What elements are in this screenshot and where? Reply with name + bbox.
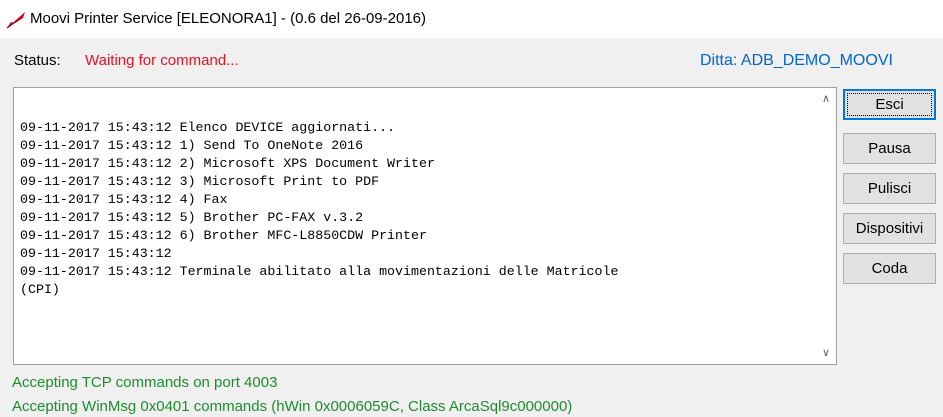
title-bar[interactable]: Moovi Printer Service [ELEONORA1] - (0.6… (0, 0, 943, 38)
vertical-scrollbar[interactable]: ∧ ∨ (816, 88, 836, 364)
log-line: 09-11-2017 15:43:12 1) Send To OneNote 2… (20, 138, 364, 153)
esci-button[interactable]: Esci (843, 89, 936, 120)
status-value: Waiting for command... (85, 52, 239, 69)
status-label: Status: (14, 52, 61, 69)
scroll-down-arrow-icon[interactable]: ∨ (819, 346, 833, 360)
log-textarea[interactable]: 09-11-2017 15:43:12 Elenco DEVICE aggior… (13, 87, 837, 365)
log-line: 09-11-2017 15:43:12 3) Microsoft Print t… (20, 174, 380, 189)
log-line: 09-11-2017 15:43:12 Elenco DEVICE aggior… (20, 120, 396, 135)
scroll-up-arrow-icon[interactable]: ∧ (819, 92, 833, 106)
log-line: 09-11-2017 15:43:12 (20, 246, 172, 261)
log-line: 09-11-2017 15:43:12 Terminale abilitato … (20, 264, 619, 279)
dispositivi-button-label: Dispositivi (855, 220, 924, 237)
winmsg-status-line: Accepting WinMsg 0x0401 commands (hWin 0… (12, 398, 573, 415)
coda-button[interactable]: Coda (843, 253, 936, 284)
pausa-button-label: Pausa (868, 140, 911, 157)
tcp-status-line: Accepting TCP commands on port 4003 (12, 374, 278, 391)
pulisci-button-label: Pulisci (867, 180, 912, 197)
focus-rectangle (847, 93, 932, 116)
pulisci-button[interactable]: Pulisci (843, 173, 936, 204)
log-line: 09-11-2017 15:43:12 6) Brother MFC-L8850… (20, 228, 427, 243)
log-lines: 09-11-2017 15:43:12 Elenco DEVICE aggior… (20, 119, 810, 299)
status-bar: Status: Waiting for command... Ditta: AD… (0, 38, 943, 88)
log-line: 09-11-2017 15:43:12 4) Fax (20, 192, 228, 207)
log-line: 09-11-2017 15:43:12 5) Brother PC-FAX v.… (20, 210, 364, 225)
log-line: 09-11-2017 15:43:12 2) Microsoft XPS Doc… (20, 156, 435, 171)
pausa-button[interactable]: Pausa (843, 133, 936, 164)
red-feather-icon (6, 12, 25, 29)
dispositivi-button[interactable]: Dispositivi (843, 213, 936, 244)
log-line: (CPI) (20, 282, 60, 297)
coda-button-label: Coda (871, 260, 908, 277)
company-label: Ditta: ADB_DEMO_MOOVI (700, 52, 893, 69)
window-title: Moovi Printer Service [ELEONORA1] - (0.6… (30, 10, 426, 27)
